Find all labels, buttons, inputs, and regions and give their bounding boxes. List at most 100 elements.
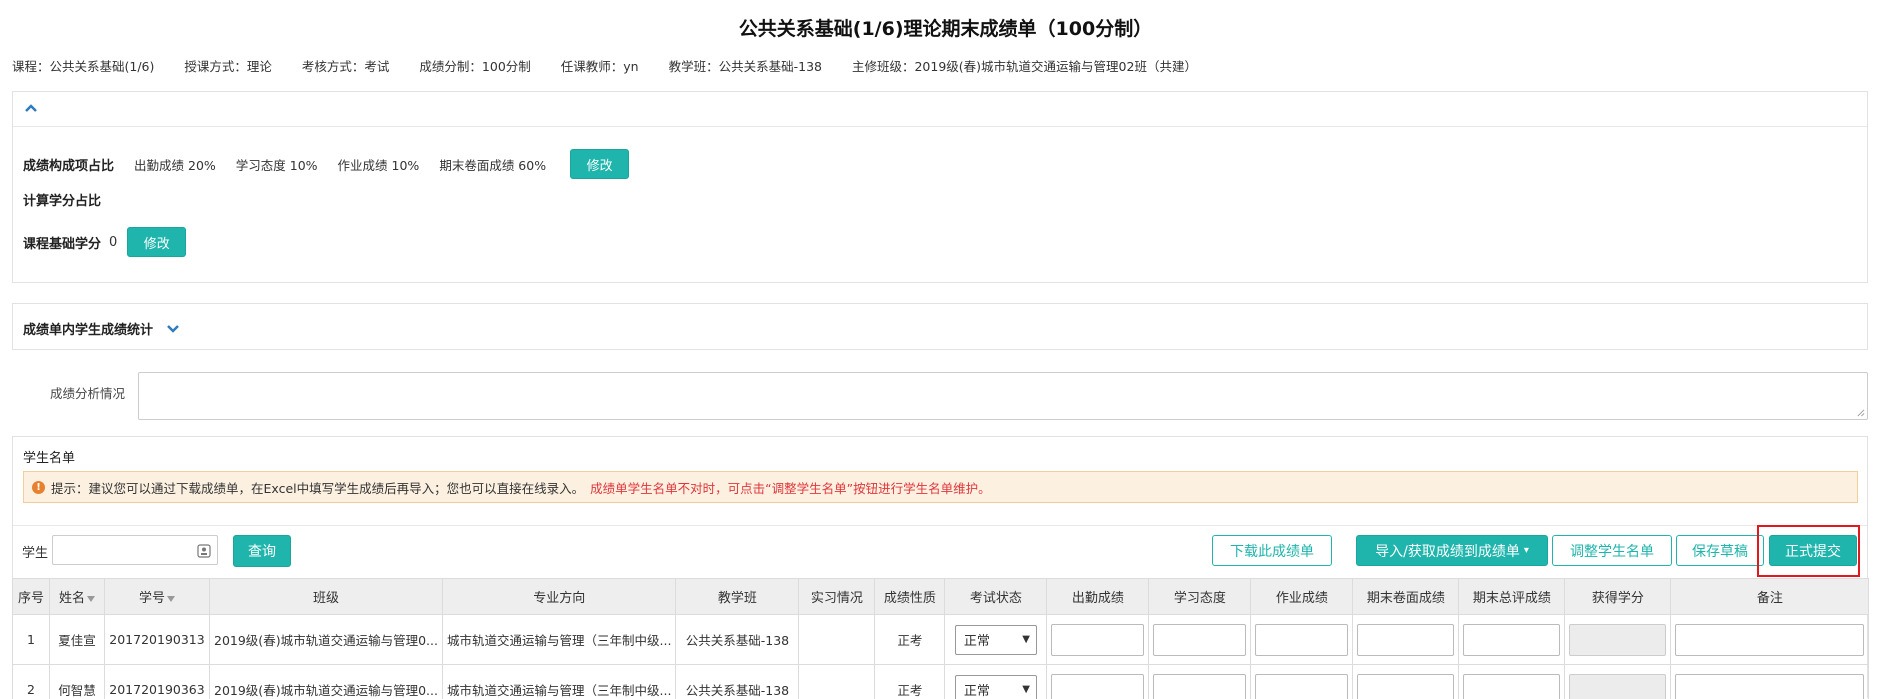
- roster-label: 学生名单: [23, 451, 76, 466]
- col-credit: 获得学分: [1564, 578, 1672, 615]
- search-label: 学生: [22, 546, 49, 561]
- stats-header[interactable]: 成绩单内学生成绩统计: [23, 319, 181, 338]
- col-remark: 备注: [1670, 578, 1870, 615]
- import-label: 导入/获取成绩到成绩单: [1375, 543, 1520, 560]
- course-info-row: 课程：公共关系基础(1/6) 授课方式：理论 考核方式：考试 成绩分制：100分…: [12, 56, 1223, 75]
- col-class: 班级: [209, 578, 443, 615]
- col-no: 序号: [12, 578, 50, 615]
- submit-highlight: [1757, 525, 1860, 577]
- final-exam-input[interactable]: [1357, 623, 1455, 656]
- homework-input[interactable]: [1255, 673, 1349, 699]
- attitude-input[interactable]: [1153, 673, 1247, 699]
- analysis-textarea[interactable]: [138, 372, 1868, 420]
- credit-input: [1569, 673, 1667, 699]
- table-header-row: 序号 姓名 学号 班级 专业方向 教学班 实习情况 成绩性质 考试状态 出勤成绩…: [12, 578, 1870, 615]
- analysis-label: 成绩分析情况: [50, 386, 126, 401]
- edit-composition-button[interactable]: 修改: [570, 149, 630, 179]
- page-title: 公共关系基础(1/6)理论期末成绩单（100分制）: [738, 18, 1153, 40]
- homework-input[interactable]: [1255, 623, 1349, 656]
- grade-table: 序号 姓名 学号 班级 专业方向 教学班 实习情况 成绩性质 考试状态 出勤成绩…: [12, 578, 1870, 699]
- cell-grade-nature: 正考: [874, 614, 946, 665]
- cell-exam-status: 正常 ▼: [944, 664, 1048, 699]
- cell-grade-nature: 正考: [874, 664, 946, 699]
- cell-internship: [798, 664, 876, 699]
- col-homework: 作业成绩: [1250, 578, 1354, 615]
- cell-student-id: 201720190363: [104, 664, 210, 699]
- info-major-class: 主修班级：2019级(春)城市轨道交通运输与管理02班（共建）: [851, 59, 1197, 74]
- col-final-exam: 期末卷面成绩: [1352, 578, 1460, 615]
- cell-student-id: 201720190313: [104, 614, 210, 665]
- adjust-roster-button[interactable]: 调整学生名单: [1552, 535, 1672, 566]
- cell-major: 城市轨道交通运输与管理（三年制中级...: [441, 614, 677, 665]
- ratio-attendance: 出勤成绩 20%: [134, 157, 216, 173]
- save-draft-button[interactable]: 保存草稿: [1676, 535, 1764, 566]
- info-course: 课程：公共关系基础(1/6): [12, 59, 155, 74]
- composition-panel: 成绩构成项占比 出勤成绩 20% 学习态度 10% 作业成绩 10% 期末卷面成…: [12, 91, 1868, 283]
- edit-credit-button[interactable]: 修改: [127, 227, 187, 257]
- composition-row: 成绩构成项占比 出勤成绩 20% 学习态度 10% 作业成绩 10% 期末卷面成…: [23, 149, 630, 179]
- chevron-down-icon: ▼: [1022, 634, 1030, 645]
- caret-down-icon: ▾: [1523, 545, 1529, 556]
- cell-class: 2019级(春)城市轨道交通运输与管理0...: [209, 664, 443, 699]
- sort-icon[interactable]: [167, 595, 175, 602]
- col-attitude: 学习态度: [1148, 578, 1252, 615]
- final-exam-input[interactable]: [1357, 673, 1455, 699]
- chevron-down-icon[interactable]: [165, 323, 181, 335]
- cell-no: 1: [12, 614, 50, 665]
- query-button[interactable]: 查询: [233, 535, 291, 567]
- final-total-input[interactable]: [1463, 623, 1561, 656]
- col-major: 专业方向: [441, 578, 677, 615]
- cell-no: 2: [12, 664, 50, 699]
- stats-label: 成绩单内学生成绩统计: [23, 323, 154, 338]
- table-row: 2 何智慧 201720190363 2019级(春)城市轨道交通运输与管理0.…: [12, 664, 1870, 699]
- base-credit-label: 课程基础学分: [23, 236, 102, 252]
- table-row: 1 夏佳宣 201720190313 2019级(春)城市轨道交通运输与管理0.…: [12, 614, 1870, 665]
- exam-status-select[interactable]: 正常 ▼: [954, 674, 1037, 699]
- cell-exam-status: 正常 ▼: [944, 614, 1048, 665]
- cell-major: 城市轨道交通运输与管理（三年制中级...: [441, 664, 677, 699]
- col-grade-nature: 成绩性质: [874, 578, 946, 615]
- col-name[interactable]: 姓名: [49, 578, 105, 615]
- col-attendance: 出勤成绩: [1046, 578, 1150, 615]
- tip-text: 提示：建议您可以通过下载成绩单，在Excel中填写学生成绩后再导入；您也可以直接…: [51, 480, 585, 496]
- col-exam-status: 考试状态: [944, 578, 1048, 615]
- chevron-up-icon[interactable]: [23, 102, 39, 114]
- cell-name: 何智慧: [49, 664, 105, 699]
- exam-status-select[interactable]: 正常 ▼: [954, 624, 1037, 655]
- composition-label: 成绩构成项占比: [23, 158, 115, 174]
- download-button[interactable]: 下载此成绩单: [1212, 535, 1332, 566]
- resize-handle-icon[interactable]: [1856, 408, 1865, 417]
- stats-panel: 成绩单内学生成绩统计: [12, 303, 1868, 350]
- attitude-input[interactable]: [1153, 623, 1247, 656]
- ratio-homework: 作业成绩 10%: [337, 157, 420, 173]
- info-grade-scale: 成绩分制：100分制: [419, 59, 531, 74]
- attendance-input[interactable]: [1051, 623, 1145, 656]
- col-student-id[interactable]: 学号: [104, 578, 210, 615]
- info-exam-mode: 考核方式：考试: [301, 59, 390, 74]
- warning-icon: !: [32, 480, 45, 494]
- final-total-input[interactable]: [1463, 673, 1561, 699]
- remark-input[interactable]: [1675, 673, 1865, 699]
- col-teaching-class: 教学班: [675, 578, 800, 615]
- cell-name: 夏佳宣: [49, 614, 105, 665]
- student-search-input[interactable]: [52, 535, 218, 565]
- credit-input: [1569, 623, 1667, 656]
- col-final-total: 期末总评成绩: [1458, 578, 1566, 615]
- sort-icon[interactable]: [87, 595, 95, 602]
- tip-alert: ! 提示：建议您可以通过下载成绩单，在Excel中填写学生成绩后再导入；您也可以…: [23, 471, 1858, 503]
- attendance-input[interactable]: [1051, 673, 1145, 699]
- remark-input[interactable]: [1675, 623, 1865, 656]
- tip-red-text: 成绩单学生名单不对时，可点击“调整学生名单”按钮进行学生名单维护。: [590, 480, 991, 496]
- cell-teaching-class: 公共关系基础-138: [675, 664, 800, 699]
- ratio-final-exam: 期末卷面成绩 60%: [439, 157, 547, 173]
- cell-class: 2019级(春)城市轨道交通运输与管理0...: [209, 614, 443, 665]
- contact-card-icon[interactable]: [197, 544, 211, 558]
- base-credit-row: 课程基础学分 0 修改: [23, 227, 187, 257]
- col-internship: 实习情况: [798, 578, 876, 615]
- cell-internship: [798, 614, 876, 665]
- cell-teaching-class: 公共关系基础-138: [675, 614, 800, 665]
- info-teaching-class: 教学班：公共关系基础-138: [668, 59, 822, 74]
- import-dropdown-button[interactable]: 导入/获取成绩到成绩单 ▾: [1356, 535, 1548, 566]
- info-teach-mode: 授课方式：理论: [184, 59, 272, 74]
- info-teacher: 任课教师：yn: [560, 59, 639, 74]
